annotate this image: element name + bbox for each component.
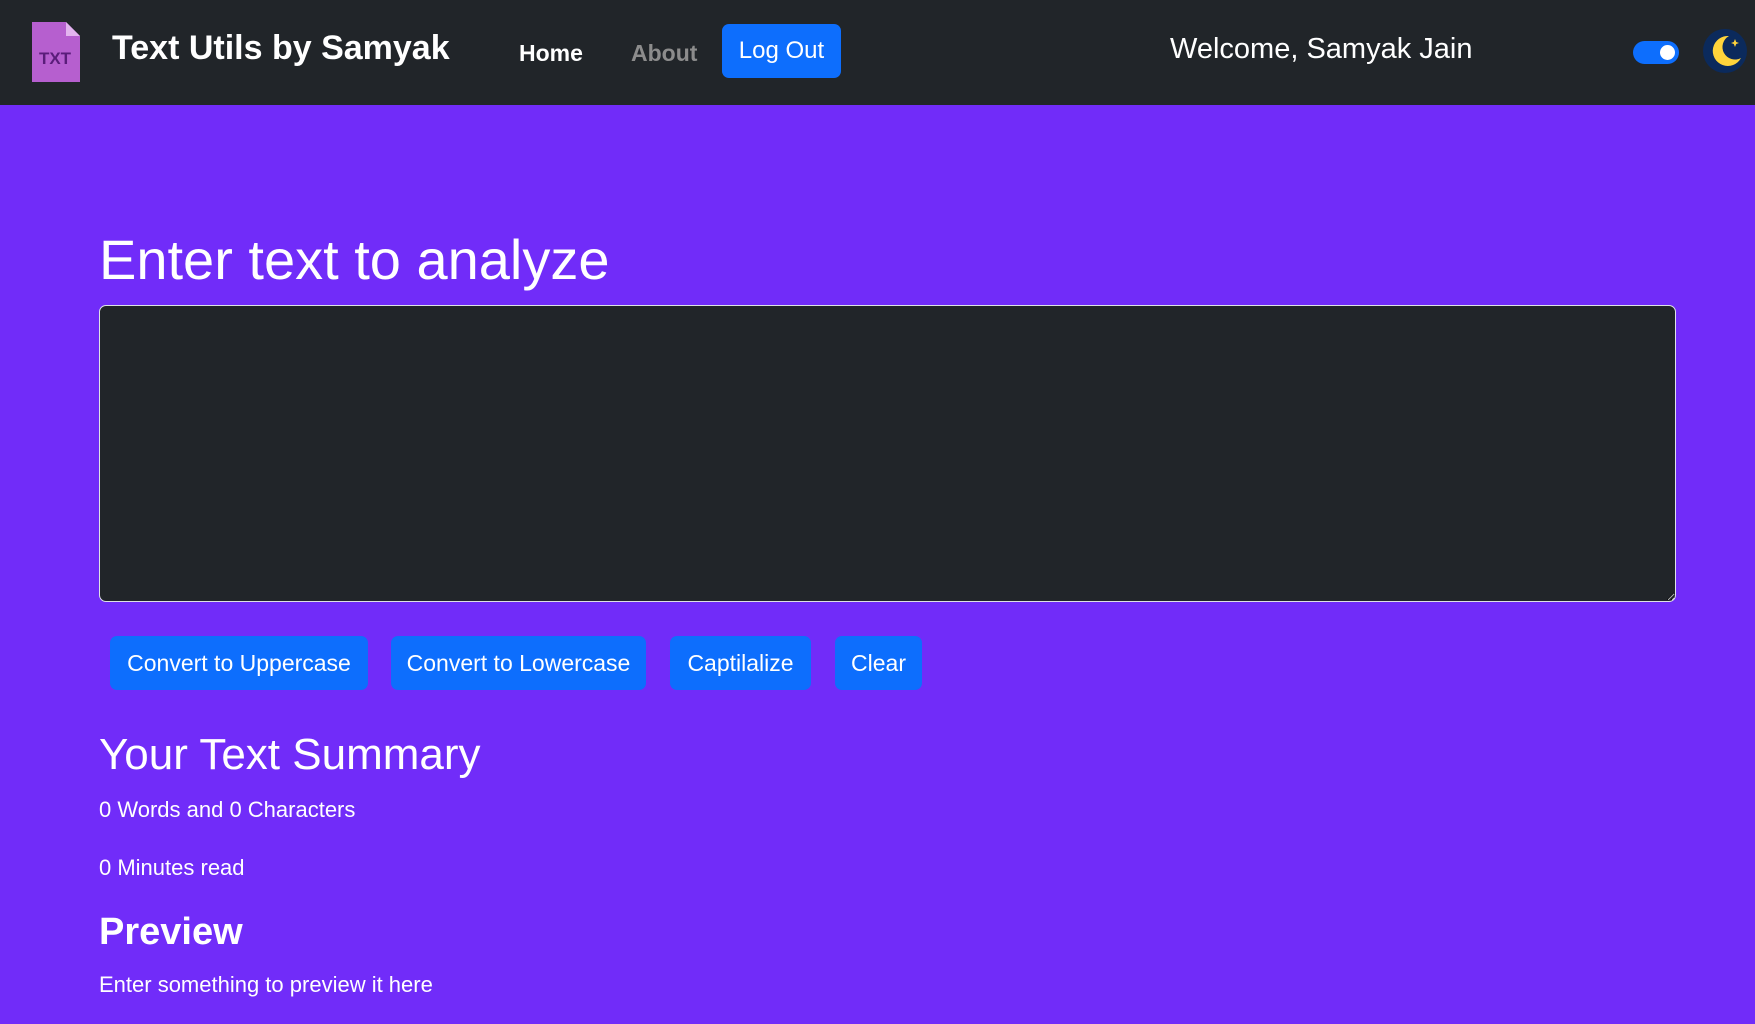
logout-button[interactable]: Log Out — [722, 24, 841, 78]
preview-text: Enter something to preview it here — [99, 972, 433, 997]
brand-title[interactable]: Text Utils by Samyak — [112, 22, 450, 74]
clear-button[interactable]: Clear — [835, 636, 922, 690]
txt-file-icon[interactable]: TXT — [30, 22, 80, 82]
logo-text: TXT — [39, 49, 72, 68]
nav-link-home[interactable]: Home — [519, 32, 583, 74]
welcome-message: Welcome, Samyak Jain — [1170, 33, 1473, 65]
uppercase-button[interactable]: Convert to Uppercase — [110, 636, 368, 690]
capitalize-button[interactable]: Captilalize — [670, 636, 811, 690]
moon-icon[interactable] — [1702, 28, 1748, 74]
word-char-count: 0 Words and 0 Characters — [99, 797, 356, 822]
toggle-knob — [1660, 45, 1675, 60]
text-input[interactable] — [99, 305, 1676, 602]
lowercase-button[interactable]: Convert to Lowercase — [391, 636, 646, 690]
read-time: 0 Minutes read — [99, 855, 245, 880]
nav-link-about[interactable]: About — [631, 32, 697, 74]
preview-title: Preview — [99, 911, 243, 953]
summary-title: Your Text Summary — [99, 730, 481, 779]
navbar: TXT Text Utils by Samyak Home About Log … — [0, 0, 1755, 105]
page-heading: Enter text to analyze — [99, 228, 610, 291]
dark-mode-toggle[interactable] — [1633, 41, 1679, 64]
